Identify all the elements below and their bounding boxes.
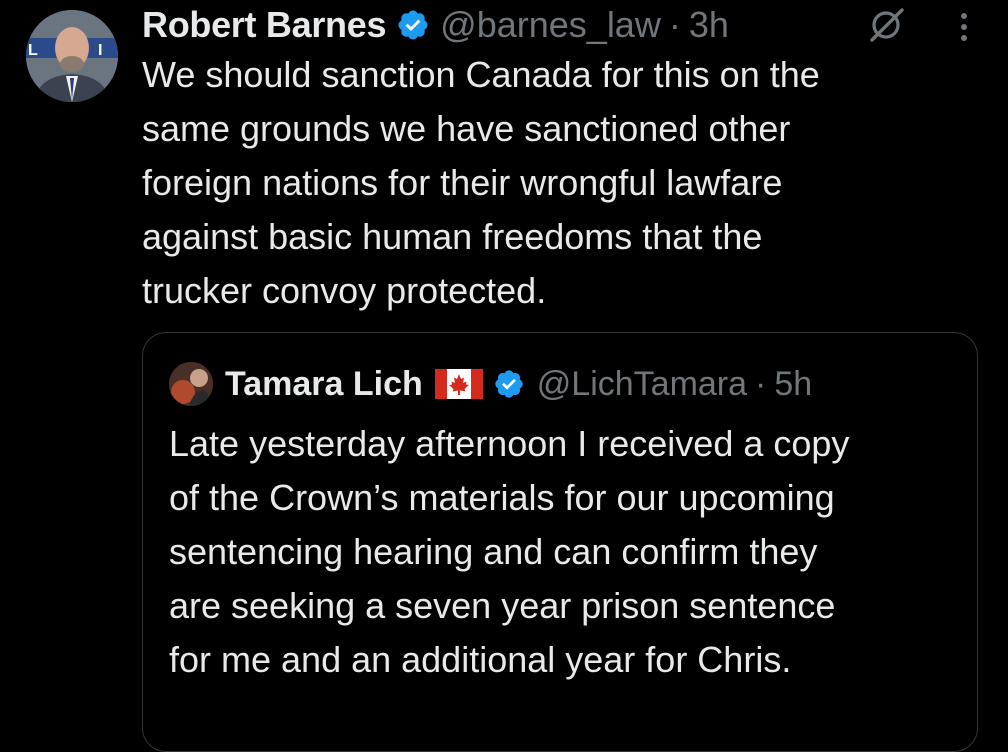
canada-flag-icon (434, 369, 483, 399)
author-handle[interactable]: @barnes_law (440, 4, 661, 46)
quoted-author-name[interactable]: Tamara Lich (225, 365, 423, 404)
tweet-text-line: against basic human freedoms that the (142, 216, 763, 257)
tweet-timestamp[interactable]: 3h (689, 4, 729, 46)
quoted-author-handle[interactable]: @LichTamara (537, 365, 747, 404)
quoted-tweet-card[interactable]: Tamara Lich @LichTamara · 5h Late yester… (142, 332, 978, 752)
quoted-text-line: for me and an additional year for Chris. (169, 639, 792, 680)
grok-icon[interactable] (866, 4, 908, 46)
verified-badge-icon[interactable] (396, 8, 430, 42)
tweet-header: Robert Barnes @barnes_law · 3h (142, 2, 729, 48)
author-name[interactable]: Robert Barnes (142, 4, 386, 46)
svg-text:I: I (98, 42, 102, 59)
tweet-text-line: We should sanction Canada for this on th… (142, 54, 820, 95)
quoted-text-line: sentencing hearing and can confirm they (169, 531, 818, 572)
quoted-author-avatar[interactable] (169, 362, 213, 406)
quoted-tweet-timestamp[interactable]: 5h (774, 365, 812, 404)
verified-badge-icon[interactable] (493, 368, 525, 400)
quoted-text-line: are seeking a seven year prison sentence (169, 585, 836, 626)
more-options-icon[interactable] (952, 10, 976, 44)
tweet-text-line: trucker convoy protected. (142, 270, 547, 311)
tweet-text: We should sanction Canada for this on th… (142, 48, 942, 318)
separator-dot: · (755, 364, 767, 403)
author-avatar[interactable]: L I (26, 10, 118, 102)
svg-text:L: L (28, 42, 38, 59)
tweet-text-line: foreign nations for their wrongful lawfa… (142, 162, 783, 203)
separator-dot: · (668, 4, 681, 45)
quoted-text-line: Late yesterday afternoon I received a co… (169, 423, 850, 464)
quoted-tweet-header: Tamara Lich @LichTamara · 5h (169, 361, 812, 407)
quoted-text-line: of the Crown’s materials for our upcomin… (169, 477, 835, 518)
tweet-text-line: same grounds we have sanctioned other (142, 108, 791, 149)
quoted-tweet-text: Late yesterday afternoon I received a co… (169, 417, 959, 687)
